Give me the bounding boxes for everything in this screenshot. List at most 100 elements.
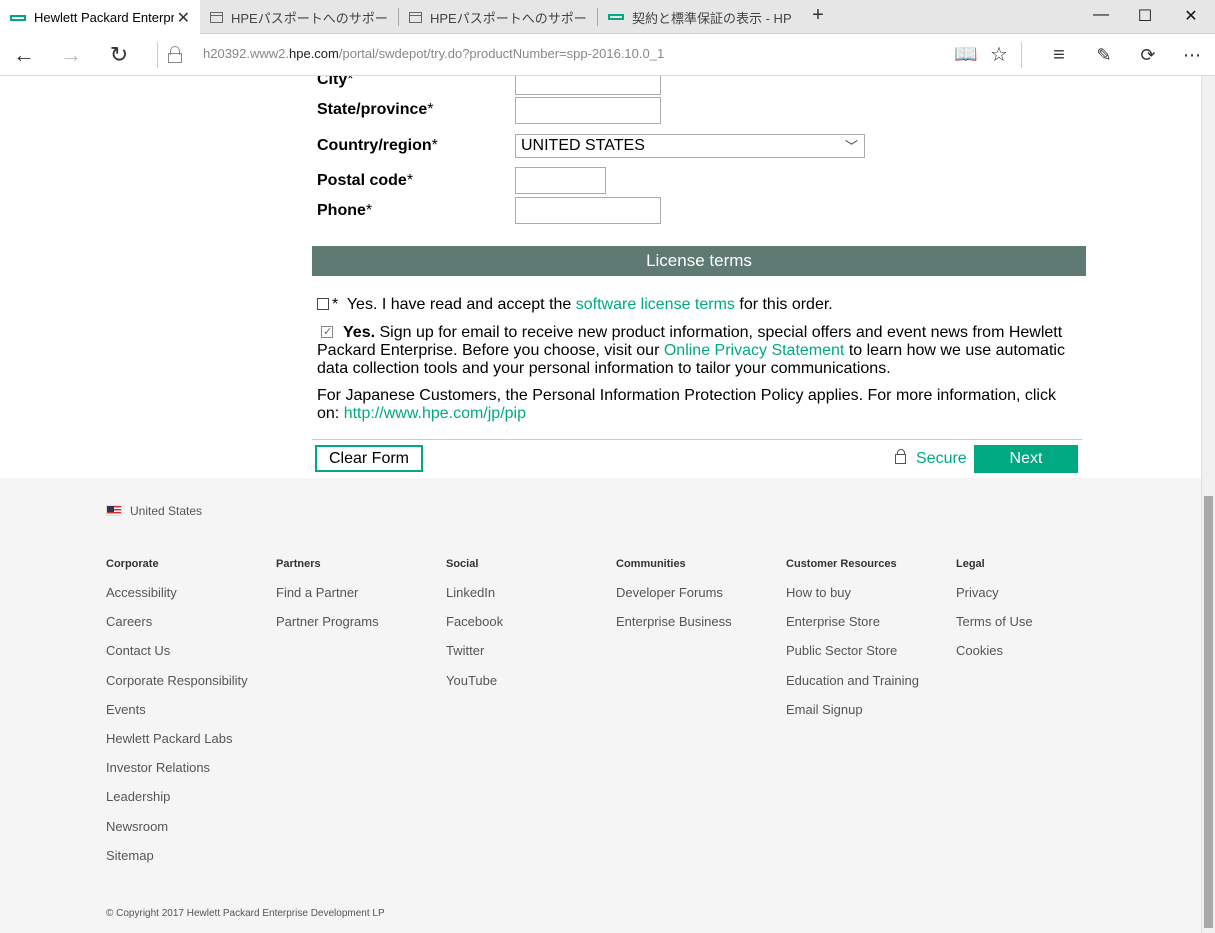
footer-link-partner-programs[interactable]: Partner Programs [276, 614, 379, 643]
state-label: State/province* [317, 101, 434, 118]
footer-link-newsroom[interactable]: Newsroom [106, 819, 248, 848]
footer-link-contact-us[interactable]: Contact Us [106, 643, 248, 672]
footer-link-privacy[interactable]: Privacy [956, 585, 1033, 614]
form-divider [312, 439, 1082, 440]
page-icon [210, 11, 223, 23]
page-footer: United States Corporate Accessibility Ca… [0, 478, 1201, 933]
tab-hpe-passport-2[interactable]: HPEパスポートへのサポートサービ [399, 0, 597, 34]
accept-license-row: * Yes. I have read and accept the softwa… [317, 296, 1079, 314]
footer-column-communities: Communities Developer Forums Enterprise … [616, 558, 732, 643]
footer-heading: Partners [276, 558, 321, 570]
japan-policy-row: For Japanese Customers, the Personal Inf… [317, 387, 1079, 423]
hpe-icon [10, 14, 26, 21]
hub-icon[interactable]: ≡ [1045, 42, 1073, 68]
tab-bar: Hewlett Packard Enterpr ✕ HPEパスポートへのサポート… [0, 0, 1215, 35]
accept-license-checkbox[interactable] [317, 298, 329, 310]
close-tab-icon[interactable]: ✕ [177, 8, 190, 28]
country-label: Country/region* [317, 137, 438, 154]
footer-link-hpe-labs[interactable]: Hewlett Packard Labs [106, 731, 248, 760]
toolbar-separator [1021, 42, 1022, 68]
city-label: City* [317, 76, 354, 88]
url-domain: hpe.com [289, 46, 339, 61]
footer-link-developer-forums[interactable]: Developer Forums [616, 585, 732, 614]
email-yes-label: Yes. [343, 324, 376, 341]
web-note-icon[interactable]: ✎ [1090, 42, 1118, 68]
forward-icon[interactable]: → [57, 42, 85, 68]
state-input[interactable] [515, 97, 661, 124]
chevron-down-icon: ﹀ [844, 139, 858, 154]
address-toolbar: ← → ↻ h20392.www2.hpe.com/portal/swdepot… [0, 34, 1215, 76]
reading-view-icon[interactable]: 📖 [952, 42, 980, 68]
address-bar[interactable]: h20392.www2.hpe.com/portal/swdepot/try.d… [203, 46, 664, 61]
country-selector[interactable]: United States [106, 504, 202, 518]
footer-link-terms-of-use[interactable]: Terms of Use [956, 614, 1033, 643]
lock-icon [895, 449, 906, 464]
url-path: /portal/swdepot/try.do?productNumber=spp… [338, 46, 665, 61]
secure-indicator: Secure [895, 449, 967, 468]
footer-link-public-sector-store[interactable]: Public Sector Store [786, 643, 919, 672]
more-icon[interactable]: ⋯ [1178, 42, 1206, 68]
back-icon[interactable]: ← [10, 42, 38, 68]
phone-input[interactable] [515, 197, 661, 224]
footer-column-partners: Partners Find a Partner Partner Programs [276, 558, 379, 643]
license-terms-header: License terms [312, 246, 1086, 276]
window-close-icon[interactable]: ✕ [1176, 6, 1206, 26]
phone-label: Phone* [317, 202, 373, 219]
postal-code-input[interactable] [515, 167, 606, 194]
country-select[interactable]: UNITED STATES ﹀ [515, 134, 865, 158]
secure-label: Secure [916, 450, 967, 467]
share-icon[interactable]: ⟳ [1134, 42, 1162, 68]
footer-column-legal: Legal Privacy Terms of Use Cookies [956, 558, 1033, 673]
url-prefix: h20392.www2. [203, 46, 289, 61]
lock-icon[interactable] [168, 46, 182, 64]
footer-link-careers[interactable]: Careers [106, 614, 248, 643]
email-signup-row: Yes. Sign up for email to receive new pr… [317, 323, 1079, 378]
tab-title: HPEパスポートへのサポートサービ [430, 10, 590, 26]
tab-title: Hewlett Packard Enterpr [34, 10, 174, 25]
tab-hpe-passport-1[interactable]: HPEパスポートへのサポートサービ [200, 0, 398, 34]
tab-contract-warranty[interactable]: 契約と標準保証の表示 - HPE [598, 0, 798, 34]
footer-link-email-signup[interactable]: Email Signup [786, 702, 919, 731]
maximize-icon[interactable]: ☐ [1130, 6, 1160, 26]
footer-link-accessibility[interactable]: Accessibility [106, 585, 248, 614]
scrollbar-thumb[interactable] [1204, 496, 1213, 928]
footer-link-linkedin[interactable]: LinkedIn [446, 585, 503, 614]
vertical-scrollbar[interactable] [1201, 76, 1215, 933]
footer-link-enterprise-business[interactable]: Enterprise Business [616, 614, 732, 643]
footer-link-youtube[interactable]: YouTube [446, 673, 503, 702]
online-privacy-statement-link[interactable]: Online Privacy Statement [664, 342, 845, 359]
accept-text-suffix: for this order. [734, 296, 833, 313]
accept-text: Yes. I have read and accept the [346, 296, 576, 313]
software-license-terms-link[interactable]: software license terms [576, 296, 735, 313]
hpe-icon [608, 14, 624, 20]
favorite-star-icon[interactable]: ☆ [985, 42, 1013, 68]
footer-link-how-to-buy[interactable]: How to buy [786, 585, 919, 614]
footer-link-cookies[interactable]: Cookies [956, 643, 1033, 672]
footer-column-social: Social LinkedIn Facebook Twitter YouTube [446, 558, 503, 702]
footer-link-enterprise-store[interactable]: Enterprise Store [786, 614, 919, 643]
tab-hpe-active[interactable]: Hewlett Packard Enterpr ✕ [0, 0, 200, 35]
footer-link-investor-relations[interactable]: Investor Relations [106, 760, 248, 789]
footer-link-twitter[interactable]: Twitter [446, 643, 503, 672]
footer-link-leadership[interactable]: Leadership [106, 789, 248, 818]
footer-column-corporate: Corporate Accessibility Careers Contact … [106, 558, 248, 877]
footer-link-education-training[interactable]: Education and Training [786, 673, 919, 702]
page-icon [409, 11, 422, 23]
footer-heading: Customer Resources [786, 558, 897, 570]
footer-link-events[interactable]: Events [106, 702, 248, 731]
footer-heading: Legal [956, 558, 985, 570]
refresh-icon[interactable]: ↻ [105, 42, 133, 68]
footer-link-sitemap[interactable]: Sitemap [106, 848, 248, 877]
new-tab-icon[interactable]: + [808, 4, 828, 27]
footer-link-corporate-responsibility[interactable]: Corporate Responsibility [106, 673, 248, 702]
next-button[interactable]: Next [974, 445, 1078, 473]
footer-link-find-partner[interactable]: Find a Partner [276, 585, 379, 614]
city-input[interactable] [515, 76, 661, 95]
minimize-icon[interactable]: — [1086, 6, 1116, 24]
email-signup-checkbox[interactable] [321, 323, 333, 341]
japan-pip-link[interactable]: http://www.hpe.com/jp/pip [344, 405, 526, 422]
footer-heading: Social [446, 558, 479, 570]
footer-link-facebook[interactable]: Facebook [446, 614, 503, 643]
clear-form-button[interactable]: Clear Form [315, 445, 423, 472]
country-name: United States [130, 504, 203, 518]
